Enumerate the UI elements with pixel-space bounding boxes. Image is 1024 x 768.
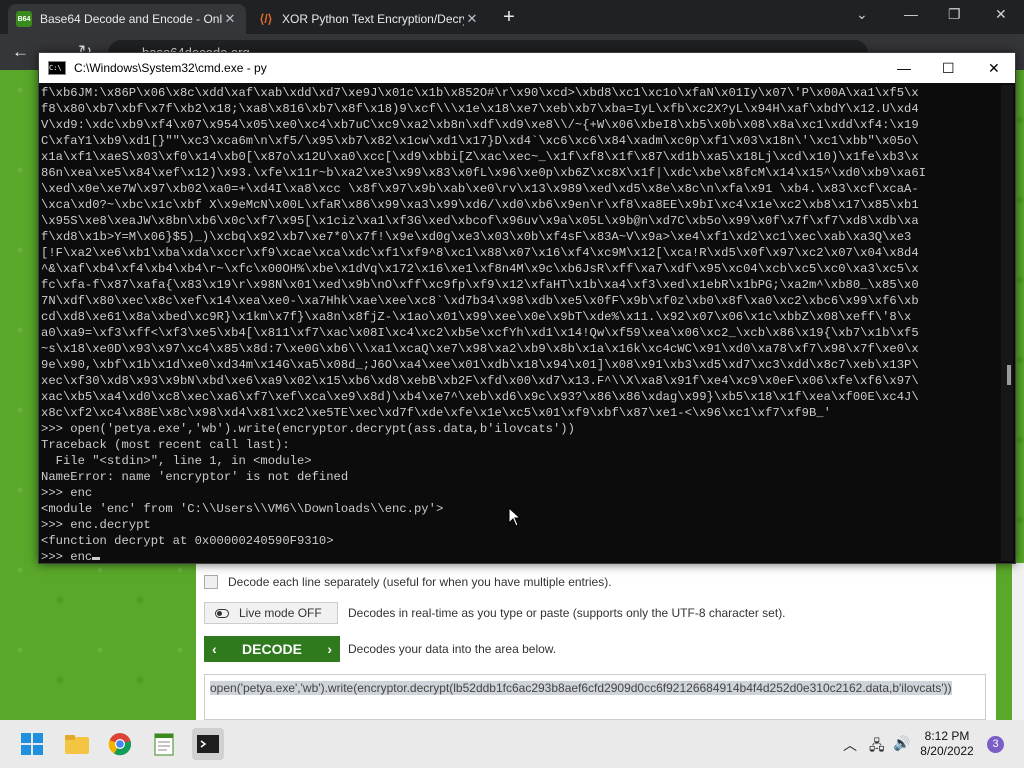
cmd-title-bar[interactable]: C:\ C:\Windows\System32\cmd.exe - py — ☐… <box>39 53 1015 83</box>
mouse-pointer-icon <box>508 507 522 527</box>
volume-icon[interactable]: 🔊 <box>893 735 910 752</box>
close-tab-icon[interactable]: ✕ <box>464 11 480 27</box>
console-line: NameError: name 'encryptor' is not defin… <box>41 470 349 484</box>
decode-button-label: DECODE <box>242 641 302 657</box>
clock-time: 8:12 PM <box>924 729 970 743</box>
console-line: f\xd8\x1b>Y=M\x06}$5)_)\xcbq\x92\xb7\xe7… <box>41 230 912 244</box>
minimize-icon[interactable]: — <box>897 60 911 76</box>
console-line: \xed\x0e\xe7W\x97\xb02\xa0=+\xd4I\xa8\xc… <box>41 182 919 196</box>
console-line: Traceback (most recent call last): <box>41 438 290 452</box>
decode-description: Decodes your data into the area below. <box>348 642 557 656</box>
console-scroll-thumb[interactable] <box>1007 365 1011 385</box>
decode-each-line-label: Decode each line separately (useful for … <box>228 575 612 589</box>
chevron-left-icon: ‹ <box>212 641 217 657</box>
console-line: f\xb6JM:\x86P\x06\x8c\xdd\xaf\xab\xdd\xd… <box>41 86 919 100</box>
chevron-right-icon: › <box>327 641 332 657</box>
console-line: f8\x80\xb7\xbf\x7f\xb2\x18;\xa8\x816\xb7… <box>41 102 919 116</box>
console-line: >>> open('petya.exe','wb').write(encrypt… <box>41 422 575 436</box>
network-icon[interactable]: 🖧 <box>869 735 885 759</box>
console-line: fc\xfa-f\x87\xafa{\x83\x19\r\x98N\x01\xe… <box>41 278 919 292</box>
console-line: 7N\xdf\x80\xec\x8c\xef\x14\xea\xe0-\xa7H… <box>41 294 919 308</box>
tab-base64[interactable]: B64 Base64 Decode and Encode - Online ✕ <box>8 4 246 34</box>
console-line: \xca\xd0?~\xbc\x1c\xbf X\x9eMcN\x00L\xfa… <box>41 198 919 212</box>
console-line: a0\xa9=\xf3\xff<\xf3\xe5\xb4[\x811\xf7\x… <box>41 326 919 340</box>
code-favicon-icon: ⟨/⟩ <box>259 12 273 26</box>
live-mode-description: Decodes in real-time as you type or past… <box>348 606 786 620</box>
live-mode-toggle[interactable]: Live mode OFF <box>204 602 338 624</box>
cmd-window[interactable]: C:\ C:\Windows\System32\cmd.exe - py — ☐… <box>38 52 1016 564</box>
console-line: [!F\xa2\xe6\xb1\xba\xda\xccr\xf9\xcae\xc… <box>41 246 919 260</box>
clock[interactable]: 8:12 PM 8/20/2022 <box>916 729 978 759</box>
file-explorer-icon[interactable] <box>61 728 93 760</box>
minimize-icon[interactable]: — <box>904 6 918 22</box>
console-line: x8c\xf2\xc4\x88E\x8c\x98\xd4\x81\xc2\xe5… <box>41 406 831 420</box>
tab-xor-python[interactable]: ⟨/⟩ XOR Python Text Encryption/Decryptio… <box>250 4 488 34</box>
notepad-icon[interactable] <box>148 728 180 760</box>
console-line: >>> enc <box>41 549 1001 561</box>
clock-date: 8/20/2022 <box>920 744 974 758</box>
cmd-icon: C:\ <box>48 61 66 75</box>
decode-each-line-row: Decode each line separately (useful for … <box>204 575 612 589</box>
console-line: 86n\xea\xe5\x84\xef\x12)\x93.\xfe\x11r~b… <box>41 166 926 180</box>
console-line: xac\xb5\xa4\xd0\xc8\xec\xa6\xf7\xef\xca\… <box>41 390 919 404</box>
console-line: x1a\xf1\xaeS\x03\xf0\x14\xb0[\x87o\x12U\… <box>41 150 919 164</box>
notification-badge[interactable]: 3 <box>987 736 1004 753</box>
maximize-icon[interactable]: ☐ <box>942 60 955 77</box>
decode-button[interactable]: ‹ DECODE › <box>204 636 340 662</box>
tab-title: XOR Python Text Encryption/Decryption <box>282 12 464 26</box>
chrome-icon[interactable] <box>104 728 136 760</box>
live-mode-row: Live mode OFF Decodes in real-time as yo… <box>204 602 786 624</box>
console-line: C\xfaY1\xb9\xd1[}""\xc3\xca6m\n\xf5/\x95… <box>41 134 919 148</box>
console-scrollbar[interactable] <box>1001 85 1013 561</box>
close-icon[interactable]: ✕ <box>995 6 1007 23</box>
show-hidden-icons-icon[interactable]: ︿ <box>843 735 857 755</box>
toggle-icon <box>215 608 229 618</box>
console-output[interactable]: f\xb6JM:\x86P\x06\x8c\xdd\xaf\xab\xdd\xd… <box>41 85 1001 561</box>
console-line: cd\xd8\xe61\x8a\xbed\xc9R}\x1km\x7f}\xa8… <box>41 310 912 324</box>
restore-icon[interactable]: ❐ <box>948 6 961 23</box>
live-mode-label: Live mode OFF <box>239 606 322 620</box>
page-scrollbar[interactable] <box>1012 563 1024 720</box>
selected-text: open('petya.exe','wb').write(encryptor.d… <box>210 681 952 695</box>
decode-each-line-checkbox[interactable] <box>204 575 218 589</box>
close-tab-icon[interactable]: ✕ <box>222 11 238 27</box>
console-line: <function decrypt at 0x00000240590F9310> <box>41 534 334 548</box>
console-line: File "<stdin>", line 1, in <module> <box>41 454 312 468</box>
tab-search-icon[interactable]: ⌄ <box>856 6 868 23</box>
text-cursor <box>92 557 101 560</box>
taskbar: ︿ 🖧 🔊 8:12 PM 8/20/2022 3 <box>0 720 1024 768</box>
console-line: \x95S\xe8\xeaJW\x8bn\xb6\x0c\xf7\x95[\x1… <box>41 214 919 228</box>
console-line: ~s\x18\xe0D\x93\x97\xc4\x85\x8d:7\xe0G\x… <box>41 342 919 356</box>
console-line: xec\xf30\xd8\x93\x9bN\xbd\xe6\xa9\x02\x1… <box>41 374 919 388</box>
console-line: >>> enc <box>41 486 93 500</box>
console-line: 9e\x90,\xbf\x1b\x1d\xe0\xd34m\x14G\xa5\x… <box>41 358 919 372</box>
base64-favicon-icon: B64 <box>16 11 32 27</box>
console-line: V\xd9:\xdc\xb9\xf4\x07\x954\x05\xe0\xc4\… <box>41 118 919 132</box>
cmd-title: C:\Windows\System32\cmd.exe - py <box>74 61 267 75</box>
close-icon[interactable]: ✕ <box>988 60 1000 77</box>
new-tab-icon[interactable]: + <box>498 7 520 29</box>
terminal-icon[interactable] <box>192 728 224 760</box>
console-line: ^&\xaf\xb4\xf4\xb4\xb4\r~\xfc\x00OH%\xbe… <box>41 262 919 276</box>
input-textarea[interactable]: open('petya.exe','wb').write(encryptor.d… <box>204 674 986 720</box>
back-icon[interactable]: ← <box>12 42 29 62</box>
decode-row: ‹ DECODE › Decodes your data into the ar… <box>204 636 556 662</box>
windows-start-icon[interactable] <box>16 728 48 760</box>
tab-title: Base64 Decode and Encode - Online <box>40 12 222 26</box>
browser-tab-bar: B64 Base64 Decode and Encode - Online ✕ … <box>0 0 1024 34</box>
